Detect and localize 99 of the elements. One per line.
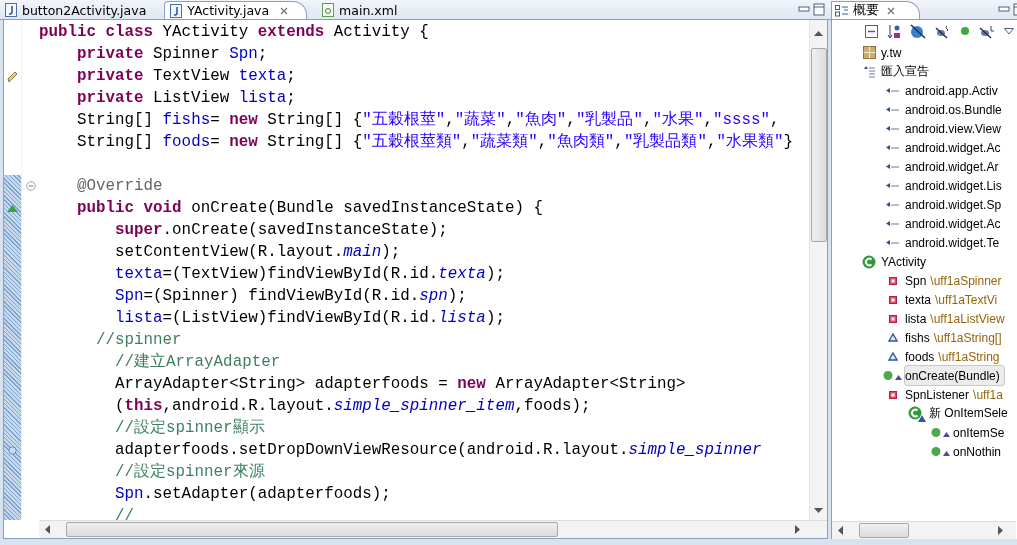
horizontal-scrollbar[interactable] [39, 520, 827, 538]
scroll-down-icon[interactable] [814, 508, 823, 514]
code-line: String[] foods= new String[] {"五穀根莖類","蔬菜類","魚肉類","乳製品類","水果類"} [76, 131, 793, 153]
scroll-left-icon[interactable] [44, 525, 50, 534]
horizontal-scrollbar[interactable] [832, 521, 1016, 539]
code-line: lista=(ListView)findViewById(R.id.lista); [114, 308, 505, 329]
file-tab[interactable]: main.xml [317, 1, 406, 19]
code-line: String[] fishs= new String[] {"五穀根莖","蔬菜","魚肉","乳製品","水果","ssss", [76, 109, 780, 131]
pencil-icon [6, 69, 19, 83]
outline-item[interactable]: android.widget.Lis [904, 175, 1007, 196]
outline-item[interactable]: y.tw [880, 42, 907, 63]
code-line: texta=(TextView)findViewById(R.id.texta); [114, 264, 505, 285]
class-icon [908, 405, 926, 422]
outline-item[interactable]: onItemSe [952, 422, 1010, 443]
scroll-thumb[interactable] [66, 522, 558, 537]
scroll-thumb[interactable] [859, 523, 909, 538]
code-line: //spinner [95, 330, 182, 351]
method-override-icon [883, 370, 903, 381]
outline-item[interactable]: 新 OnItemSele [928, 403, 1013, 424]
scroll-left-icon[interactable] [837, 526, 843, 535]
outline-item[interactable]: onCreate(Bundle) [904, 365, 1005, 386]
square-icon [889, 390, 897, 399]
scroll-right-icon[interactable] [795, 525, 801, 534]
code-line: //設定spinner來源 [114, 462, 265, 483]
hide-fields-icon[interactable] [910, 23, 926, 39]
code-line: public class YActivity extends Activity { [39, 22, 429, 43]
code-line: super.onCreate(savedInstanceState); [114, 220, 448, 241]
override-triangle-icon [7, 204, 18, 212]
outline-item[interactable]: lista \uff1aListView [904, 308, 1010, 329]
code-line: setContentView(R.layout.main); [114, 242, 401, 263]
import-list-icon [862, 65, 876, 78]
hide-static-icon[interactable] [935, 23, 951, 39]
method-override-icon [931, 427, 951, 438]
import-icon [886, 87, 900, 94]
square-icon [889, 295, 897, 304]
code-line: @Override [76, 176, 163, 197]
dropdown-icon[interactable] [1004, 27, 1014, 35]
outline-item[interactable]: android.os.Bundle [904, 99, 1007, 120]
outline-item[interactable]: foods \uff1aString [904, 346, 1005, 367]
scroll-up-icon[interactable] [814, 30, 823, 36]
outline-item[interactable]: android.view.View [904, 118, 1006, 139]
xml-file-icon [322, 3, 335, 17]
minimize-icon[interactable] [798, 3, 810, 15]
collapse-all-icon[interactable] [865, 24, 878, 38]
sort-icon[interactable] [887, 23, 901, 39]
code-line: private Spinner Spn; [76, 44, 268, 65]
outline-item[interactable]: android.widget.Ac [904, 137, 1006, 158]
scroll-thumb[interactable] [810, 48, 827, 242]
outline-item[interactable]: Spn \uff1aSpinner [904, 270, 1007, 291]
java-file-icon [170, 3, 183, 18]
code-line: ArrayAdapter<String> adapterfoods = new ArrayAdapter<String> [114, 374, 686, 395]
file-tab[interactable]: button2Activity.java [0, 1, 155, 19]
code-line: (this,android.R.layout.simple_spinner_item,foods); [114, 396, 591, 417]
outline-item[interactable]: android.widget.Sp [904, 194, 1007, 215]
outline-item[interactable]: texta \uff1aTextVi [904, 289, 1003, 310]
outline-item[interactable]: android.app.Activ [904, 80, 1003, 101]
scroll-right-icon[interactable] [998, 526, 1004, 535]
java-file-icon [5, 3, 17, 17]
code-line: adapterfoods.setDropDownViewResource(android.R.layout.simple_spinner [114, 440, 762, 461]
import-icon [886, 144, 900, 151]
code-line: private TextView texta; [76, 66, 296, 87]
circle-icon [8, 445, 17, 455]
square-icon [889, 314, 897, 323]
code-line: // [114, 506, 135, 520]
import-icon [886, 220, 900, 227]
outline-item[interactable]: YActivity [880, 251, 932, 272]
minimize-icon[interactable] [998, 3, 1010, 15]
file-tab[interactable]: YActivity.java [164, 1, 308, 19]
import-icon [886, 125, 900, 132]
outline-tab[interactable]: 概要 [831, 1, 920, 19]
import-icon [886, 163, 900, 170]
package-icon [862, 46, 876, 59]
close-icon[interactable] [280, 6, 289, 15]
code-line: //設定spinner顯示 [114, 417, 265, 439]
code-line: Spn=(Spinner) findViewById(R.id.spn); [114, 286, 467, 307]
code-line: private ListView lista; [76, 88, 296, 109]
hide-local-types-icon[interactable] [979, 23, 995, 39]
import-icon [886, 201, 900, 208]
import-icon [886, 239, 900, 246]
vertical-scrollbar[interactable] [809, 20, 827, 520]
outline-icon [835, 4, 849, 17]
maximize-icon[interactable] [813, 3, 825, 16]
outline-item[interactable]: onNothin [952, 441, 1007, 462]
code-line: public void onCreate(Bundle savedInstanceState) { [76, 198, 543, 219]
code-line: //建立ArrayAdapter [114, 351, 281, 373]
code-line: Spn.setAdapter(adapterfoods); [114, 484, 391, 505]
method-override-icon [931, 446, 951, 457]
close-icon[interactable] [887, 6, 895, 15]
class-icon [862, 254, 876, 269]
import-icon [886, 182, 900, 189]
outline-item[interactable]: SpnListener \uff1a [904, 384, 1008, 405]
outline-item[interactable]: android.widget.Te [904, 232, 1005, 253]
outline-item[interactable]: fishs \uff1aString[] [904, 327, 1007, 348]
square-icon [889, 276, 897, 285]
outline-item[interactable]: android.widget.Ar [904, 156, 1004, 177]
import-icon [886, 106, 900, 113]
outline-item[interactable]: 匯入宣告 [880, 61, 934, 82]
outline-item[interactable]: android.widget.Ac [904, 213, 1006, 234]
public-members-icon[interactable] [960, 26, 970, 36]
